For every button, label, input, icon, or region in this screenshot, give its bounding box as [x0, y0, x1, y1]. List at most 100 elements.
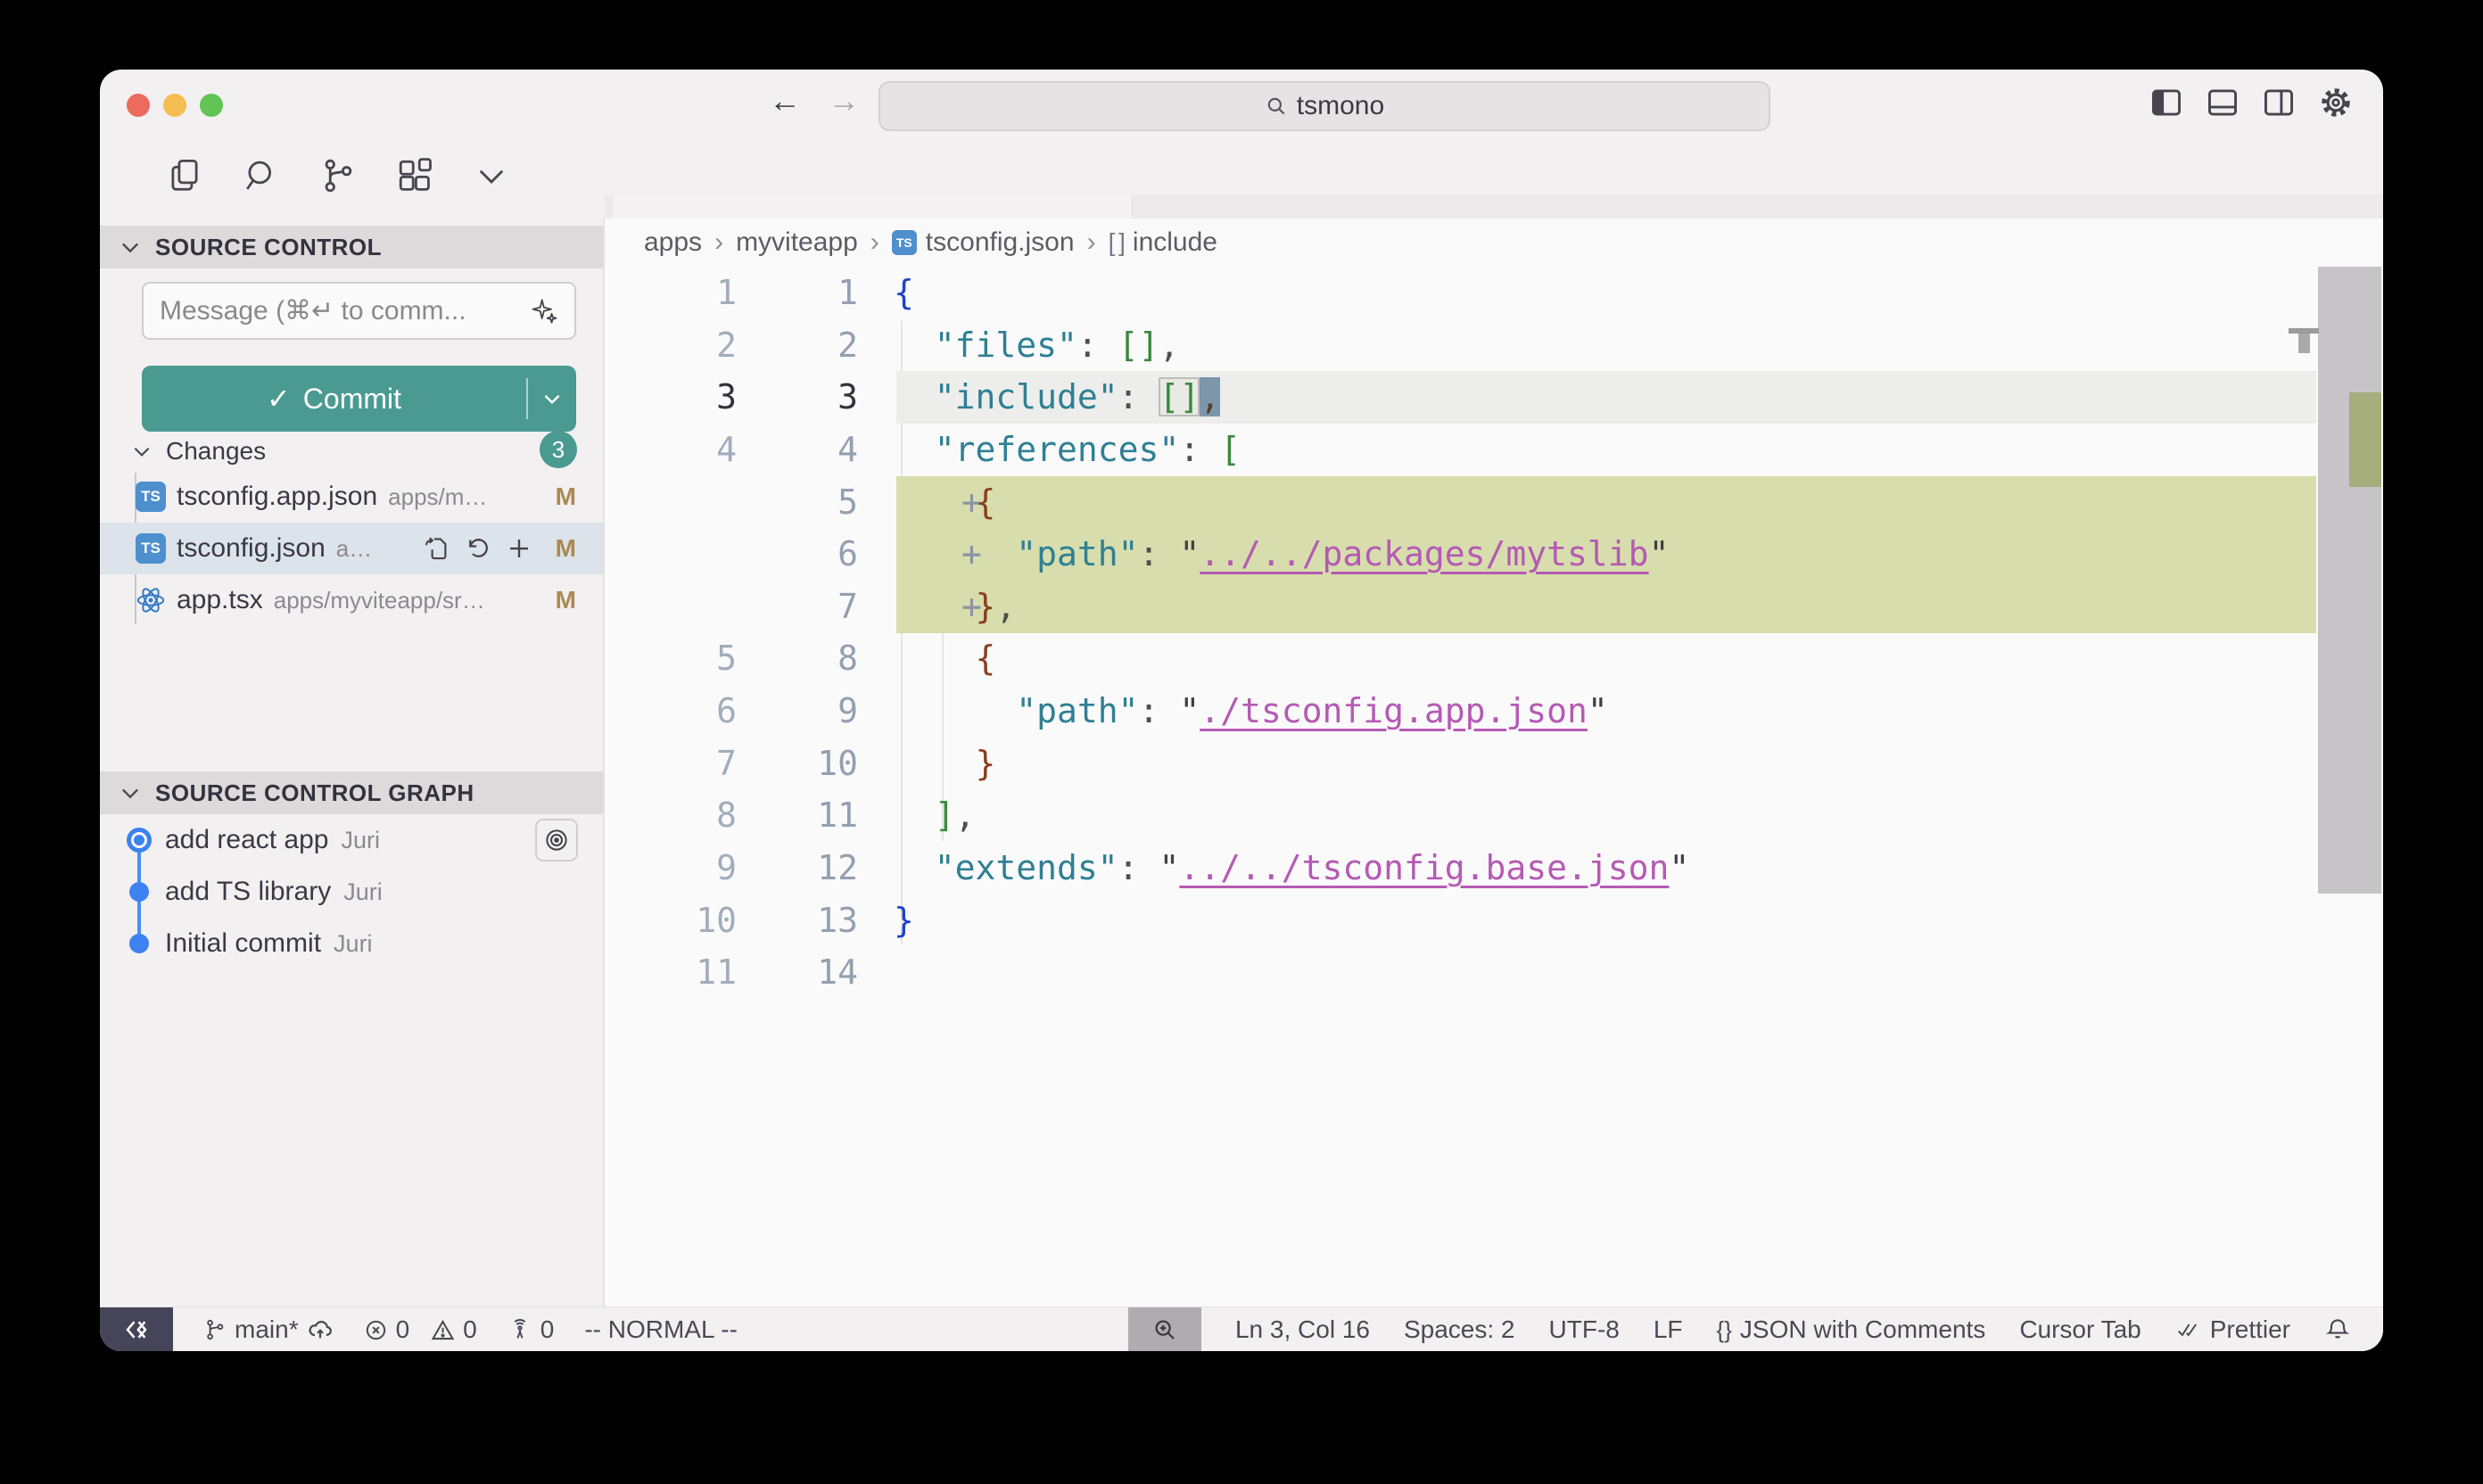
- toggle-panel-icon[interactable]: [2207, 88, 2239, 117]
- open-file-icon[interactable]: [424, 535, 450, 562]
- code-line[interactable]: 5+ {: [614, 476, 2383, 529]
- modified-line-number: 14: [737, 946, 858, 999]
- vim-mode-indicator[interactable]: -- NORMAL --: [584, 1315, 738, 1344]
- commit-row[interactable]: Initial commitJuri: [100, 918, 603, 969]
- breadcrumb-item[interactable]: [ ]include: [1109, 227, 1217, 258]
- explorer-icon[interactable]: [166, 157, 203, 194]
- close-window-button[interactable]: [127, 94, 150, 117]
- graph-section-header[interactable]: SOURCE CONTROL GRAPH: [100, 771, 603, 814]
- code-text: "files": [],: [894, 319, 1179, 372]
- sidebar-divider[interactable]: [603, 218, 605, 1307]
- original-line-number: [614, 528, 737, 581]
- ports-count: 0: [540, 1315, 555, 1344]
- commit-dropdown-button[interactable]: [528, 387, 576, 410]
- original-line-number: 5: [614, 632, 737, 685]
- sparkle-icon[interactable]: [530, 297, 558, 326]
- forward-button[interactable]: →: [828, 85, 860, 117]
- code-text: "path": "../../packages/mytslib": [894, 528, 1669, 581]
- double-check-icon: [2175, 1318, 2202, 1341]
- stage-plus-icon[interactable]: [506, 535, 532, 562]
- commit-message: add TS library: [165, 877, 331, 907]
- language-mode-indicator[interactable]: {} JSON with Comments: [1717, 1315, 1986, 1344]
- ports-indicator[interactable]: 0: [507, 1315, 555, 1344]
- source-control-section-header[interactable]: SOURCE CONTROL: [100, 226, 603, 268]
- command-center-search[interactable]: tsmono: [879, 81, 1770, 131]
- formatter-indicator[interactable]: Prettier: [2175, 1315, 2290, 1344]
- error-count: 0: [396, 1315, 410, 1344]
- warning-count: 0: [463, 1315, 477, 1344]
- notifications-bell-icon[interactable]: [2324, 1316, 2351, 1343]
- status-bar: main* 0 0 0 -- NORMAL --: [100, 1307, 2383, 1351]
- code-line[interactable]: 69 "path": "./tsconfig.app.json": [614, 685, 2383, 738]
- checkout-target-button[interactable]: [535, 819, 578, 862]
- breadcrumb-separator: ›: [870, 227, 879, 258]
- zoom-indicator[interactable]: [1128, 1307, 1201, 1351]
- zoom-window-button[interactable]: [200, 94, 223, 117]
- change-row[interactable]: TStsconfig.jsona…M: [100, 523, 603, 574]
- breadcrumb-separator: ›: [714, 227, 723, 258]
- branch-indicator[interactable]: main*: [203, 1315, 334, 1344]
- code-line[interactable]: 7+ },: [614, 581, 2383, 633]
- code-text: {: [894, 267, 914, 319]
- code-text: },: [894, 581, 1016, 633]
- code-line[interactable]: 22 "files": [],: [614, 319, 2383, 372]
- code-text: }: [894, 895, 914, 947]
- search-icon[interactable]: [243, 157, 280, 194]
- change-row[interactable]: TStsconfig.app.jsonapps/m…M: [100, 471, 603, 523]
- commit-message-input[interactable]: Message (⌘↵ to comm...: [142, 282, 576, 340]
- code-line[interactable]: 1013}: [614, 895, 2383, 947]
- original-line-number: 1: [614, 267, 737, 319]
- branch-name: main*: [235, 1315, 299, 1344]
- code-line[interactable]: 710 }: [614, 738, 2383, 790]
- diff-editor[interactable]: 11{22 "files": [],33 "include": [],44 "r…: [605, 267, 2383, 1307]
- more-views-chevron-icon[interactable]: [473, 157, 510, 194]
- language-mode-label: JSON with Comments: [1740, 1315, 1985, 1344]
- git-branch-icon: [203, 1318, 227, 1341]
- code-text: "path": "./tsconfig.app.json": [894, 685, 1608, 738]
- breadcrumb-item[interactable]: TStsconfig.json: [892, 227, 1075, 258]
- commit-button[interactable]: ✓ Commit: [142, 366, 576, 432]
- code-line[interactable]: 33 "include": [],: [614, 371, 2383, 424]
- code-text: "extends": "../../tsconfig.base.json": [894, 842, 1689, 895]
- code-line[interactable]: 44 "references": [: [614, 424, 2383, 476]
- changes-section-header[interactable]: Changes 3: [100, 431, 603, 471]
- original-line-number: 2: [614, 319, 737, 372]
- code-line[interactable]: 6+ "path": "../../packages/mytslib": [614, 528, 2383, 581]
- cursor-tab-indicator[interactable]: Cursor Tab: [2019, 1315, 2141, 1344]
- commit-row[interactable]: add TS library Juri: [100, 866, 603, 918]
- scrollbar-slider[interactable]: [2318, 267, 2381, 894]
- cursor-position-indicator[interactable]: Ln 3, Col 16: [1235, 1315, 1370, 1344]
- code-line[interactable]: 811 ],: [614, 789, 2383, 842]
- problems-indicator[interactable]: 0 0: [364, 1315, 477, 1344]
- back-button[interactable]: ←: [769, 85, 801, 117]
- indentation-indicator[interactable]: Spaces: 2: [1404, 1315, 1515, 1344]
- modified-line-number: 4: [737, 424, 858, 476]
- code-line[interactable]: 11{: [614, 267, 2383, 319]
- original-line-number: 9: [614, 842, 737, 895]
- commit-author: Juri: [343, 878, 383, 906]
- change-row[interactable]: app.tsxapps/myviteapp/sr…M: [100, 574, 603, 626]
- minimize-window-button[interactable]: [163, 94, 186, 117]
- extensions-icon[interactable]: [396, 157, 433, 194]
- modified-badge: M: [556, 586, 576, 614]
- discard-icon[interactable]: [465, 535, 491, 562]
- breadcrumb-item[interactable]: myviteapp: [736, 227, 858, 258]
- encoding-indicator[interactable]: UTF-8: [1549, 1315, 1620, 1344]
- remote-indicator[interactable]: [100, 1307, 173, 1351]
- eol-indicator[interactable]: LF: [1654, 1315, 1683, 1344]
- chevron-down-icon: [130, 440, 153, 463]
- toggle-secondary-sidebar-icon[interactable]: [2263, 88, 2295, 117]
- settings-gear-icon[interactable]: [2319, 86, 2353, 120]
- commit-author: Juri: [341, 827, 380, 854]
- commit-row[interactable]: add react appJuri: [100, 814, 603, 866]
- react-file-icon: [136, 585, 166, 615]
- remote-icon: [123, 1316, 150, 1343]
- warning-icon: [431, 1318, 455, 1342]
- original-line-number: 8: [614, 789, 737, 842]
- breadcrumb-item[interactable]: apps: [644, 227, 702, 258]
- code-line[interactable]: 1114: [614, 946, 2383, 999]
- source-control-icon[interactable]: [319, 157, 357, 194]
- code-line[interactable]: 912 "extends": "../../tsconfig.base.json…: [614, 842, 2383, 895]
- toggle-primary-sidebar-icon[interactable]: [2150, 88, 2182, 117]
- code-line[interactable]: 58 {: [614, 632, 2383, 685]
